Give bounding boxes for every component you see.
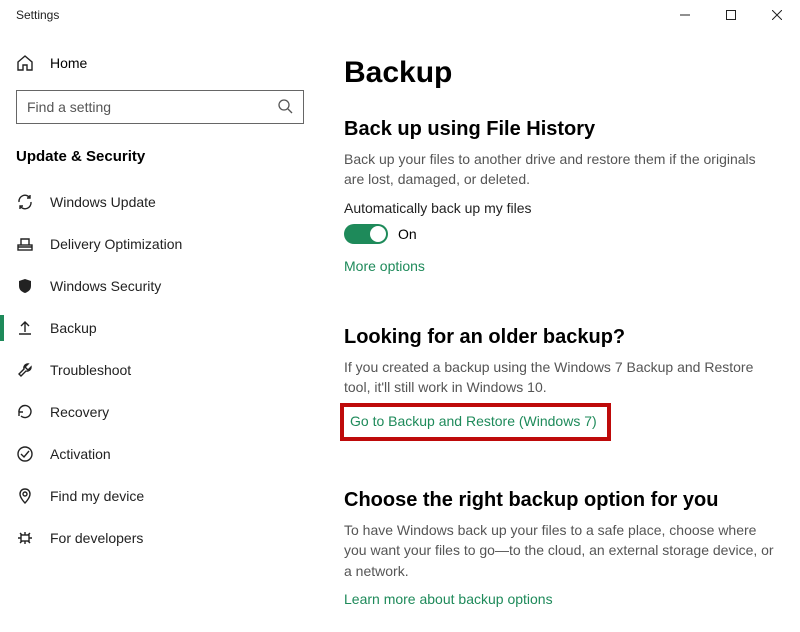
window-title: Settings xyxy=(16,0,59,22)
older-backup-desc: If you created a backup using the Window… xyxy=(344,357,776,398)
sidebar-item-find-my-device[interactable]: Find my device xyxy=(0,475,320,517)
sidebar-item-recovery[interactable]: Recovery xyxy=(0,391,320,433)
highlight-annotation: Go to Backup and Restore (Windows 7) xyxy=(340,403,611,441)
window-controls xyxy=(662,0,800,30)
main-content: Backup Back up using File History Back u… xyxy=(320,32,800,632)
nav-label: Windows Update xyxy=(50,194,156,210)
auto-backup-toggle[interactable] xyxy=(344,224,388,244)
delivery-icon xyxy=(16,235,34,253)
titlebar: Settings xyxy=(0,0,800,32)
choose-heading: Choose the right backup option for you xyxy=(344,489,776,512)
sidebar-item-activation[interactable]: Activation xyxy=(0,433,320,475)
close-button[interactable] xyxy=(754,0,800,30)
developer-icon xyxy=(16,529,34,547)
file-history-section: Back up using File History Back up your … xyxy=(344,118,776,302)
wrench-icon xyxy=(16,361,34,379)
backup-restore-win7-link[interactable]: Go to Backup and Restore (Windows 7) xyxy=(350,413,597,429)
choose-desc: To have Windows back up your files to a … xyxy=(344,520,776,581)
nav-label: Windows Security xyxy=(50,278,161,294)
nav-label: Backup xyxy=(50,320,97,336)
recovery-icon xyxy=(16,403,34,421)
maximize-button[interactable] xyxy=(708,0,754,30)
nav-label: Troubleshoot xyxy=(50,362,131,378)
file-history-heading: Back up using File History xyxy=(344,118,776,141)
backup-icon xyxy=(16,319,34,337)
nav-label: For developers xyxy=(50,530,143,546)
search-field[interactable] xyxy=(16,90,304,124)
home-nav[interactable]: Home xyxy=(0,44,320,82)
more-options-link[interactable]: More options xyxy=(344,258,425,274)
sidebar-item-windows-update[interactable]: Windows Update xyxy=(0,181,320,223)
nav-label: Find my device xyxy=(50,488,144,504)
sync-icon xyxy=(16,193,34,211)
sidebar-item-windows-security[interactable]: Windows Security xyxy=(0,265,320,307)
toggle-knob xyxy=(370,226,386,242)
older-backup-section: Looking for an older backup? If you crea… xyxy=(344,326,776,466)
file-history-desc: Back up your files to another drive and … xyxy=(344,149,776,190)
sidebar-item-for-developers[interactable]: For developers xyxy=(0,517,320,559)
section-heading: Update & Security xyxy=(0,140,320,181)
toggle-state-text: On xyxy=(398,226,417,242)
sidebar-item-delivery-optimization[interactable]: Delivery Optimization xyxy=(0,223,320,265)
nav-label: Activation xyxy=(50,446,111,462)
toggle-label: Automatically back up my files xyxy=(344,200,776,216)
older-backup-heading: Looking for an older backup? xyxy=(344,326,776,349)
page-title: Backup xyxy=(344,56,776,90)
location-icon xyxy=(16,487,34,505)
learn-more-link[interactable]: Learn more about backup options xyxy=(344,591,553,607)
nav-label: Recovery xyxy=(50,404,109,420)
search-input[interactable] xyxy=(27,99,277,115)
check-circle-icon xyxy=(16,445,34,463)
sidebar-item-troubleshoot[interactable]: Troubleshoot xyxy=(0,349,320,391)
shield-icon xyxy=(16,277,34,295)
nav-label: Delivery Optimization xyxy=(50,236,182,252)
sidebar: Home Update & Security Windows Update De… xyxy=(0,32,320,632)
home-icon xyxy=(16,54,34,72)
home-label: Home xyxy=(50,55,87,71)
minimize-button[interactable] xyxy=(662,0,708,30)
sidebar-item-backup[interactable]: Backup xyxy=(0,307,320,349)
search-icon xyxy=(277,98,293,117)
choose-option-section: Choose the right backup option for you T… xyxy=(344,489,776,632)
